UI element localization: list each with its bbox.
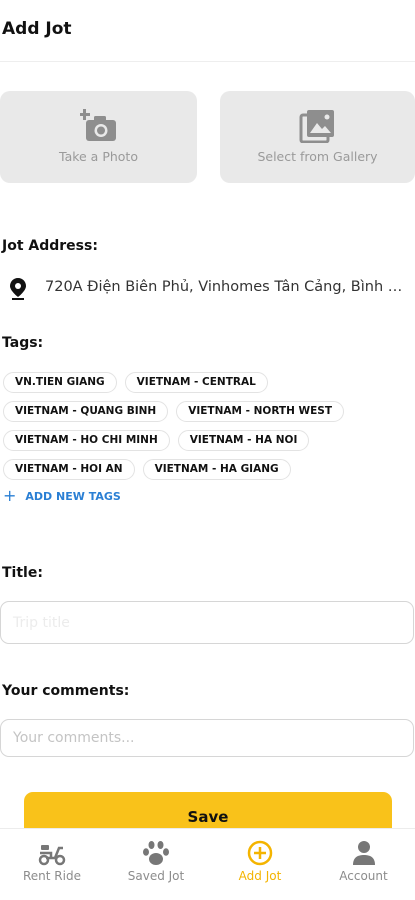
nav-label-account: Account — [339, 869, 388, 883]
scooter-icon — [38, 845, 66, 866]
tag-chip[interactable]: VIETNAM - HA NOI — [177, 430, 310, 451]
add-new-tags-button[interactable]: + ADD NEW TAGS — [3, 486, 121, 505]
add-circle-icon — [247, 840, 273, 866]
tags-label: Tags: — [2, 335, 44, 351]
jot-address-label: Jot Address: — [2, 238, 98, 254]
add-camera-icon — [79, 109, 116, 141]
tag-chip[interactable]: VIETNAM - NORTH WEST — [176, 401, 345, 422]
save-button-label: Save — [187, 808, 229, 826]
page-title: Add Jot — [2, 19, 72, 39]
comments-label: Your comments: — [2, 683, 130, 699]
tag-chip[interactable]: VN.TIEN GIANG — [3, 372, 117, 393]
take-photo-button[interactable]: Take a Photo — [0, 91, 197, 183]
take-photo-label: Take a Photo — [59, 149, 138, 164]
nav-item-account[interactable]: Account — [312, 829, 415, 900]
nav-item-saved-jot[interactable]: Saved Jot — [104, 829, 208, 900]
nav-label-add-jot: Add Jot — [238, 869, 282, 883]
comments-placeholder: Your comments... — [13, 730, 135, 746]
comments-input[interactable]: Your comments... — [0, 719, 414, 757]
tags-list: VN.TIEN GIANG VIETNAM - CENTRAL VIETNAM … — [3, 372, 408, 480]
app-header: Add Jot — [0, 0, 415, 62]
tag-chip[interactable]: VIETNAM - HO CHI MINH — [3, 430, 170, 451]
address-value: 720A Điện Biên Phủ, Vinhomes Tân Cảng, B… — [45, 279, 410, 295]
add-new-tags-label: ADD NEW TAGS — [25, 489, 121, 503]
select-gallery-label: Select from Gallery — [257, 149, 378, 164]
title-input[interactable]: Trip title — [0, 601, 414, 644]
paw-icon — [143, 841, 169, 865]
location-pin-icon — [10, 278, 26, 300]
tag-chip[interactable]: VIETNAM - QUANG BINH — [3, 401, 169, 422]
tag-chip[interactable]: VIETNAM - HA GIANG — [142, 459, 291, 480]
nav-label-saved-jot: Saved Jot — [127, 869, 185, 883]
tag-chip[interactable]: VIETNAM - HOI AN — [3, 459, 135, 480]
select-gallery-button[interactable]: Select from Gallery — [220, 91, 415, 183]
title-label: Title: — [2, 565, 43, 581]
address-row[interactable]: 720A Điện Biên Phủ, Vinhomes Tân Cảng, B… — [0, 276, 415, 302]
nav-label-rent-ride: Rent Ride — [23, 869, 81, 883]
nav-item-add-jot[interactable]: Add Jot — [208, 829, 312, 900]
nav-item-rent-ride[interactable]: Rent Ride — [0, 829, 104, 900]
person-icon — [352, 841, 375, 865]
gallery-icon — [299, 110, 334, 143]
tag-chip[interactable]: VIETNAM - CENTRAL — [124, 372, 268, 393]
plus-icon: + — [3, 486, 17, 505]
title-placeholder: Trip title — [13, 614, 70, 631]
bottom-nav: Rent Ride Saved Jot Add Jot Account — [0, 828, 415, 900]
